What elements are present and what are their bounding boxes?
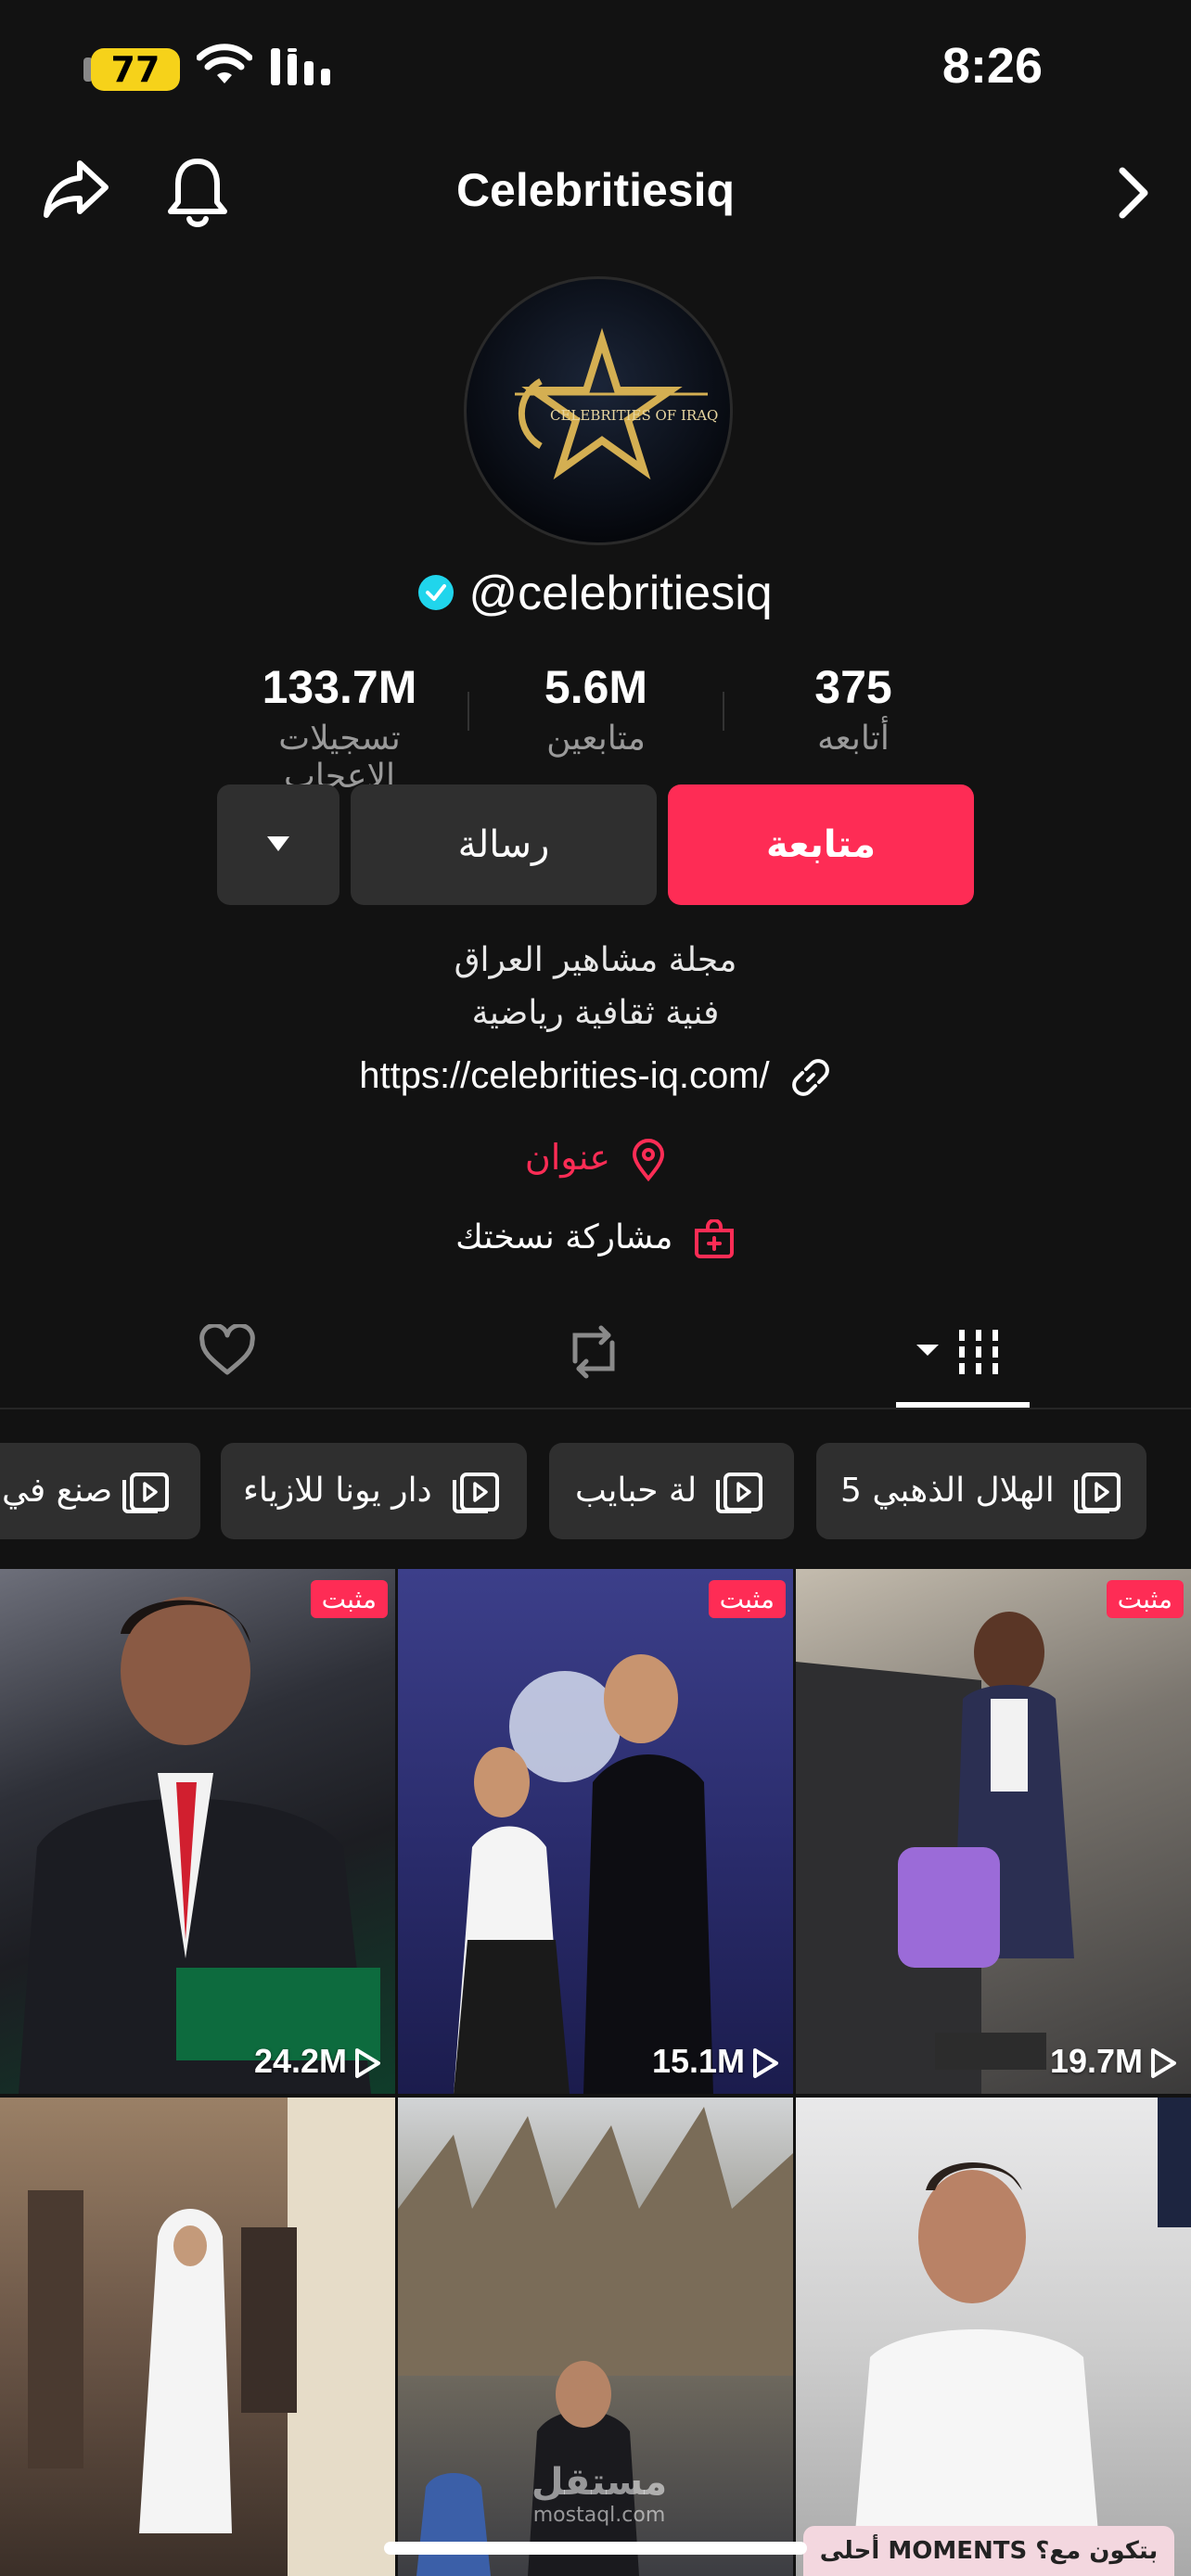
watermark-arabic: مستقل xyxy=(531,2461,668,2504)
followers-label: متابعين xyxy=(546,720,646,758)
chevron-right-icon[interactable] xyxy=(1115,163,1152,223)
promo-banner: أحلى MOMENTS بتكون مع؟ xyxy=(803,2526,1174,2576)
watermark-latin: mostaql.com xyxy=(532,2504,666,2527)
playlist-title: لة حبايب xyxy=(575,1472,698,1510)
playlist-chip[interactable]: الهلال الذهبي 5 xyxy=(816,1443,1146,1539)
playlist-icon xyxy=(122,1473,169,1513)
view-count-value: 24.2M xyxy=(253,2042,347,2080)
video-thumbnail[interactable]: مثبت 24.2M xyxy=(0,1569,395,2094)
videos-tab-grid-icon[interactable] xyxy=(911,1324,1007,1380)
playlist-icon xyxy=(1074,1473,1121,1513)
caret-down-icon xyxy=(267,836,289,851)
playlist-icon xyxy=(453,1473,499,1513)
likes-count: 133.7M xyxy=(262,661,417,713)
profile-avatar[interactable]: CELEBRITIES OF IRAQ xyxy=(464,276,733,545)
play-icon xyxy=(1151,2048,1176,2079)
stat-likes[interactable]: 133.7M تسجيلات الإعجاب xyxy=(219,660,460,796)
video-thumbnail[interactable]: مثبت 15.1M xyxy=(398,1569,793,2094)
stat-divider xyxy=(723,692,724,731)
profile-handle: @celebritiesiq xyxy=(468,567,773,620)
website-link-row[interactable]: https://celebrities-iq.com/ xyxy=(0,1055,1191,1099)
following-label: أتابعه xyxy=(817,720,890,758)
top-navigation: Celebritiesiq xyxy=(0,139,1191,250)
view-count-value: 19.7M xyxy=(1049,2042,1143,2080)
watermark: مستقل mostaql.com xyxy=(516,2461,683,2527)
stat-divider xyxy=(467,692,469,731)
home-indicator[interactable] xyxy=(384,2542,807,2555)
location-pin-icon xyxy=(633,1138,665,1181)
website-link[interactable]: https://celebrities-iq.com/ xyxy=(359,1055,769,1096)
address-label[interactable]: عنوان xyxy=(525,1137,610,1178)
playlist-chip[interactable]: دار يونا للازياء xyxy=(221,1443,527,1539)
tabs-divider xyxy=(0,1408,1191,1409)
video-preview-art xyxy=(19,1597,380,2094)
message-button[interactable]: رسالة xyxy=(351,784,657,905)
battery-indicator: 77 xyxy=(91,48,180,91)
verified-badge-icon xyxy=(418,575,455,611)
following-count: 375 xyxy=(814,661,892,713)
active-tab-indicator xyxy=(896,1402,1030,1408)
stat-followers[interactable]: 5.6M متابعين xyxy=(515,660,677,758)
link-icon xyxy=(791,1059,829,1097)
playlist-icon xyxy=(716,1473,762,1513)
liked-videos-tab-heart-icon[interactable] xyxy=(198,1324,256,1376)
bio-line-1: مجلة مشاهير العراق xyxy=(454,941,737,979)
page-title: Celebritiesiq xyxy=(455,164,736,216)
pinned-badge: مثبت xyxy=(1106,1580,1184,1618)
video-preview-art xyxy=(852,2098,1191,2576)
pinned-badge: مثبت xyxy=(708,1580,786,1618)
clock: 8:26 xyxy=(941,38,1043,94)
playlist-title: دار يونا للازياء xyxy=(243,1472,432,1510)
playlist-title: صنع في xyxy=(2,1472,113,1510)
view-count: 19.7M xyxy=(1050,2042,1178,2081)
avatar-logo-text: CELEBRITIES OF IRAQ xyxy=(550,407,719,424)
playlist-chip[interactable]: لة حبايب xyxy=(549,1443,794,1539)
profile-handle-row: @celebritiesiq xyxy=(0,566,1191,621)
stat-following[interactable]: 375 أتابعه xyxy=(779,660,928,758)
video-preview-art xyxy=(454,1654,713,2094)
add-bag-icon xyxy=(694,1218,734,1258)
view-count: 15.1M xyxy=(652,2042,780,2081)
status-bar: 77 8:26 xyxy=(0,0,1191,139)
pinned-badge: مثبت xyxy=(310,1580,388,1618)
video-thumbnail[interactable] xyxy=(796,2098,1191,2576)
playlist-title: الهلال الذهبي 5 xyxy=(840,1472,1055,1510)
more-options-button[interactable] xyxy=(217,784,339,905)
view-count-value: 15.1M xyxy=(651,2042,745,2080)
playlist-chip[interactable]: صنع في xyxy=(0,1443,200,1539)
bio-line-2: فنية ثقافية رياضية xyxy=(471,994,720,1032)
video-thumbnail[interactable]: مثبت 19.7M xyxy=(796,1569,1191,2094)
wifi-icon xyxy=(197,44,252,83)
video-preview-art xyxy=(796,1612,1074,2094)
share-copy-label[interactable]: مشاركة نسختك xyxy=(455,1218,672,1256)
view-count: 24.2M xyxy=(254,2042,382,2081)
video-preview-art xyxy=(28,2098,395,2576)
address-row[interactable]: عنوان xyxy=(0,1137,1191,1181)
reposts-tab-repost-icon[interactable] xyxy=(564,1324,623,1380)
follow-button[interactable]: متابعة xyxy=(668,784,974,905)
play-icon xyxy=(753,2048,778,2079)
cellular-signal-icon xyxy=(271,48,330,85)
followers-count: 5.6M xyxy=(544,661,648,713)
share-copy-row[interactable]: مشاركة نسختك xyxy=(0,1218,1191,1258)
play-icon xyxy=(355,2048,380,2079)
video-thumbnail[interactable] xyxy=(0,2098,395,2576)
